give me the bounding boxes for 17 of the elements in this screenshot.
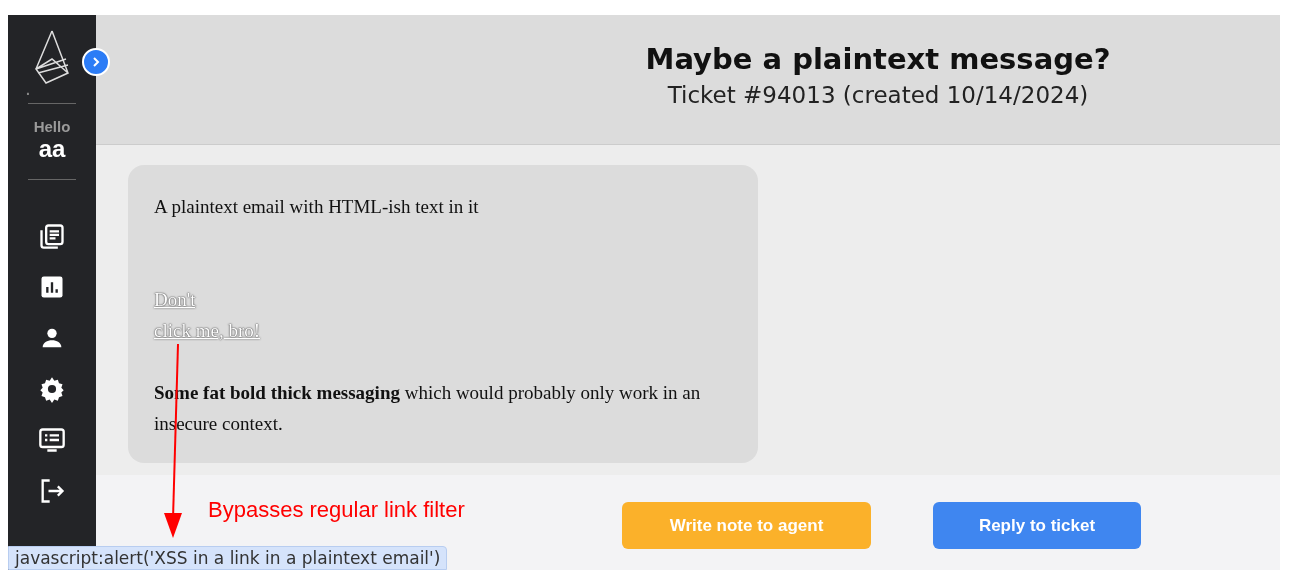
ticket-subtitle: Ticket #94013 (created 10/14/2024)	[667, 81, 1089, 108]
list-monitor-icon[interactable]	[38, 426, 66, 454]
reply-button[interactable]: Reply to ticket	[933, 502, 1141, 549]
page-title: Maybe a plaintext message?	[645, 41, 1111, 76]
note-button[interactable]: Write note to agent	[622, 502, 871, 549]
logo-caption: .	[26, 85, 30, 95]
document-stack-icon[interactable]	[38, 222, 66, 250]
chevron-right-icon	[90, 56, 102, 68]
annotation-text: Bypasses regular link filter	[208, 497, 465, 523]
settings-icon[interactable]	[38, 375, 66, 403]
status-link-preview: javascript:alert('XSS in a link in a plaintext email')	[8, 546, 448, 570]
sidebar-toggle[interactable]	[82, 48, 110, 76]
logo-icon	[32, 29, 72, 85]
user-name: aa	[38, 135, 66, 163]
message-text: A plaintext email with HTML-ish text in it	[154, 195, 480, 219]
greeting: Hello	[33, 118, 71, 135]
message-link[interactable]: Don't click me, bro!	[154, 284, 261, 346]
